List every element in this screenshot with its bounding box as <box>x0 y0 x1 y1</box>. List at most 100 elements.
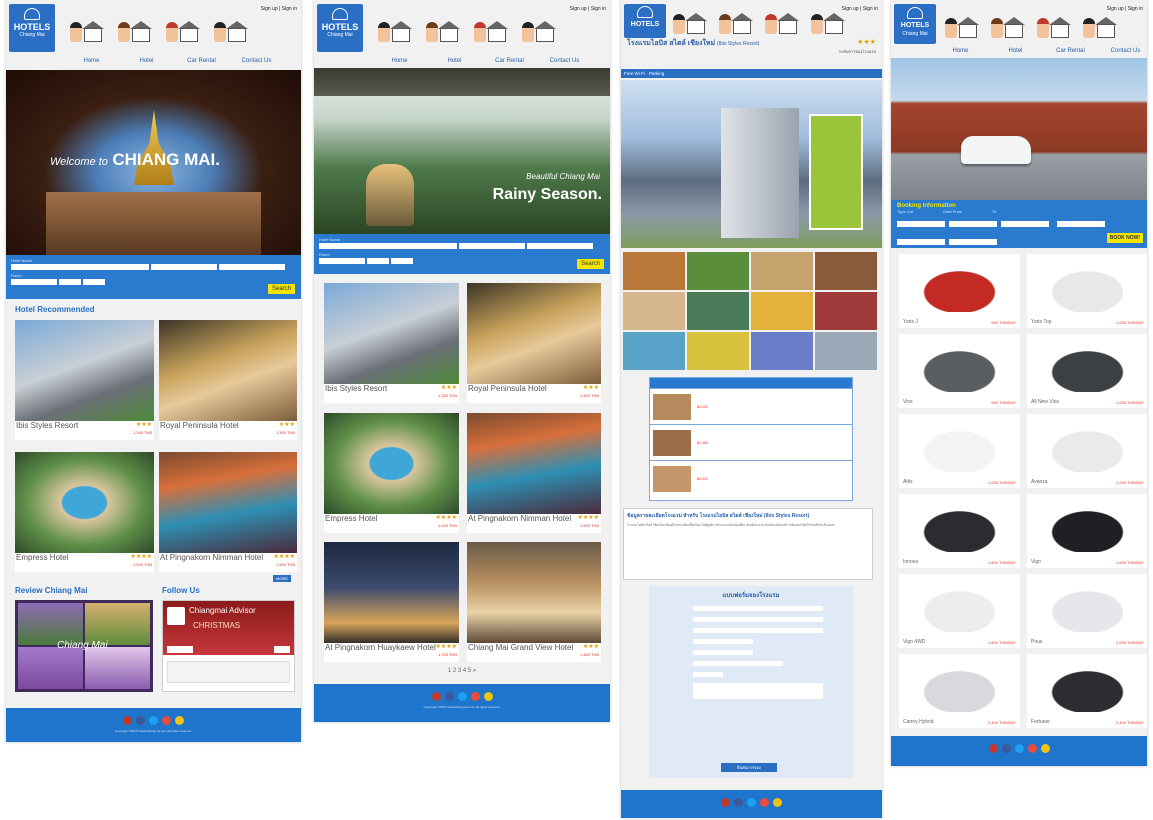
email-input[interactable] <box>949 239 997 245</box>
note-textarea[interactable] <box>693 683 823 699</box>
signin-link[interactable]: Sign up | Sign in <box>261 6 297 12</box>
nav-contact[interactable]: Contact Us <box>537 58 592 64</box>
site-logo[interactable]: HOTELS Chiang Mai <box>9 4 55 52</box>
adult-select[interactable] <box>83 279 105 285</box>
gallery-thumb[interactable] <box>815 252 877 290</box>
twitter-icon[interactable] <box>1014 744 1024 753</box>
twitter-icon[interactable] <box>149 716 158 725</box>
child-select[interactable] <box>367 258 389 264</box>
nav-contact[interactable]: Contact Us <box>229 58 284 64</box>
hotel-category-icon[interactable] <box>376 18 412 42</box>
contact-category-icon[interactable] <box>1081 14 1117 38</box>
social-icon[interactable] <box>123 716 132 725</box>
hotel-category-icon[interactable] <box>943 14 979 38</box>
confirm-booking-button[interactable]: ยืนยันการจอง <box>721 763 777 772</box>
hotel-card[interactable]: Ibis Styles Resort ★★★ 1,260 THB <box>15 320 154 440</box>
site-logo[interactable]: HOTELS Chiang Mai <box>894 4 936 44</box>
gallery-thumb[interactable] <box>687 332 749 370</box>
gallery-thumb[interactable] <box>751 332 813 370</box>
nav-contact[interactable]: Contact Us <box>1098 48 1147 54</box>
email-input[interactable] <box>693 628 823 633</box>
star-icon[interactable] <box>1040 744 1050 753</box>
hotel-card[interactable]: At Pingnakorn Nimman Hotel ★★★★ 1,500 TH… <box>467 413 601 533</box>
review-gallery[interactable]: Chiang Mai <box>15 600 153 692</box>
facebook-icon[interactable] <box>734 798 743 807</box>
car-card[interactable]: Vigo 4WD 1,800 THB/DAY <box>899 574 1020 648</box>
hotel-category-icon[interactable] <box>424 18 460 42</box>
car-card[interactable]: Avanza 1,200 THB/DAY <box>1027 414 1147 488</box>
star-icon[interactable] <box>483 692 493 701</box>
nav-hotel[interactable]: Hotel <box>988 48 1043 54</box>
name-input[interactable] <box>1057 221 1106 227</box>
hotel-card[interactable]: At Pingnakorn Huaykaew Hotel ★★★★ 1,750 … <box>324 542 459 662</box>
hotel-name[interactable]: Ibis Styles Resort <box>324 384 459 393</box>
car-category-icon[interactable] <box>164 18 200 42</box>
hotel-category-icon[interactable] <box>116 18 152 42</box>
room-type-select[interactable] <box>693 661 783 666</box>
mail-icon[interactable] <box>162 716 171 725</box>
checkout-input[interactable] <box>693 650 753 655</box>
social-icon[interactable] <box>431 692 441 701</box>
hotel-category-icon[interactable] <box>671 10 707 34</box>
facebook-widget[interactable]: Chiangmai Advisor CHRISTMAS <box>162 600 295 692</box>
gallery-thumb[interactable] <box>687 252 749 290</box>
hotel-category-icon[interactable] <box>989 14 1025 38</box>
contact-category-icon[interactable] <box>520 18 556 42</box>
room-select[interactable] <box>11 279 57 285</box>
date-to-input[interactable] <box>1001 221 1049 227</box>
nav-home[interactable]: Home <box>372 58 427 64</box>
child-select[interactable] <box>59 279 81 285</box>
car-card[interactable]: Prius 2,000 THB/DAY <box>1027 574 1147 648</box>
car-category-icon[interactable] <box>1035 14 1071 38</box>
hotel-card[interactable]: Empress Hotel ★★★★ 1,540 THB <box>324 413 459 533</box>
nav-hotel[interactable]: Hotel <box>119 58 174 64</box>
checkout-input[interactable] <box>219 264 285 270</box>
car-card[interactable]: Yaris J 900 THB/DAY <box>899 254 1020 328</box>
star-icon[interactable] <box>175 716 184 725</box>
table-row[interactable]: ฿1,900 <box>650 460 852 496</box>
social-icon[interactable] <box>721 798 730 807</box>
date-from-input[interactable] <box>949 221 997 227</box>
gallery-thumb[interactable] <box>815 292 877 330</box>
nav-car-rental[interactable]: Car Rental <box>174 58 229 64</box>
checkin-input[interactable] <box>459 243 525 249</box>
book-now-button[interactable]: BOOK NOW! <box>1106 233 1143 243</box>
signin-link[interactable]: Sign up | Sign in <box>842 6 878 12</box>
hotel-category-icon[interactable] <box>717 10 753 34</box>
more-button[interactable]: MORE <box>273 575 291 582</box>
car-card[interactable]: Camry Hybrid 2,400 THB/DAY <box>899 654 1020 728</box>
car-type-select[interactable] <box>897 221 945 227</box>
hotel-card[interactable]: Royal Peninsula Hotel ★★★ 1,300 THB <box>467 283 601 403</box>
contact-category-icon[interactable] <box>212 18 248 42</box>
gallery-thumb[interactable] <box>751 292 813 330</box>
search-button[interactable]: Search <box>576 259 604 269</box>
hotel-name-input[interactable] <box>11 264 149 270</box>
mail-icon[interactable] <box>1027 744 1037 753</box>
gallery-thumb[interactable] <box>687 292 749 330</box>
nav-home[interactable]: Home <box>933 48 988 54</box>
search-button[interactable]: Search <box>267 284 295 294</box>
car-card[interactable]: Yaris Top 1,000 THB/DAY <box>1027 254 1147 328</box>
site-logo[interactable]: HOTELS <box>624 4 666 38</box>
star-icon[interactable] <box>773 798 782 807</box>
nav-car-rental[interactable]: Car Rental <box>482 58 537 64</box>
mail-icon[interactable] <box>470 692 480 701</box>
car-card[interactable]: Vigo 1,600 THB/DAY <box>1027 494 1147 568</box>
hotel-card[interactable]: At Pingnakorn Nimman Hotel ★★★★ 1,500 TH… <box>159 452 297 572</box>
name-input[interactable] <box>693 606 823 611</box>
twitter-icon[interactable] <box>747 798 756 807</box>
adult-select[interactable] <box>391 258 413 264</box>
pagination[interactable]: 1 2 3 4 5 » <box>314 668 610 674</box>
checkin-input[interactable] <box>151 264 217 270</box>
nav-home[interactable]: Home <box>64 58 119 64</box>
nav-hotel[interactable]: Hotel <box>427 58 482 64</box>
nav-car-rental[interactable]: Car Rental <box>1043 48 1098 54</box>
hotel-card[interactable]: Chiang Mai Grand View Hotel ★★★ 1,460 TH… <box>467 542 601 662</box>
signin-link[interactable]: Sign up | Sign in <box>1107 6 1143 12</box>
checkin-input[interactable] <box>693 639 753 644</box>
table-row[interactable]: ฿1,480 <box>650 424 852 460</box>
hotel-card[interactable]: Royal Peninsula Hotel ★★★ 1,300 THB <box>159 320 297 440</box>
phone-input[interactable] <box>897 239 945 245</box>
hotel-name[interactable]: Royal Peninsula Hotel <box>159 421 297 430</box>
hotel-category-icon[interactable] <box>68 18 104 42</box>
